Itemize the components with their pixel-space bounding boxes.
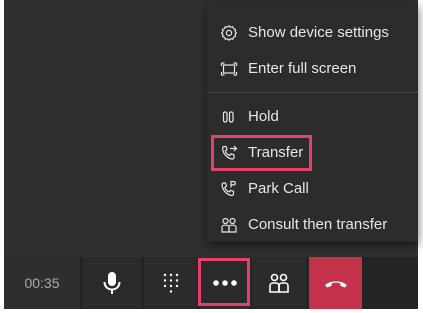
menu-item-label: Show device settings — [248, 24, 389, 41]
hangup-icon — [324, 281, 347, 288]
more-actions-menu: Show device settings Enter full screen H… — [207, 3, 418, 242]
mic-button[interactable] — [83, 257, 141, 309]
park-call-icon — [220, 180, 238, 198]
more-icon — [212, 280, 237, 286]
call-toolbar: 00:35 — [4, 257, 418, 309]
menu-divider — [207, 92, 418, 93]
menu-item-park-call[interactable]: Park Call — [207, 171, 418, 205]
menu-item-enter-full-screen[interactable]: Enter full screen — [207, 51, 418, 85]
menu-item-label: Hold — [248, 108, 279, 125]
menu-item-label: Transfer — [248, 144, 304, 161]
menu-item-label: Park Call — [248, 180, 309, 197]
pause-icon — [220, 108, 238, 126]
dialpad-button[interactable] — [144, 257, 197, 309]
gear-icon — [220, 24, 238, 42]
people-icon — [269, 273, 289, 293]
call-timer: 00:35 — [4, 257, 80, 309]
microphone-icon — [103, 272, 121, 294]
people-icon — [220, 216, 238, 234]
participants-button[interactable] — [252, 257, 306, 309]
call-window: Show device settings Enter full screen H… — [0, 0, 423, 313]
transfer-icon — [220, 144, 238, 162]
hang-up-button[interactable] — [309, 257, 362, 309]
menu-item-show-device-settings[interactable]: Show device settings — [207, 15, 418, 49]
more-actions-button[interactable] — [200, 257, 249, 309]
menu-item-label: Consult then transfer — [248, 216, 388, 233]
dialpad-icon — [163, 273, 178, 293]
fullscreen-icon — [220, 60, 238, 78]
menu-item-consult-then-transfer[interactable]: Consult then transfer — [207, 207, 418, 241]
menu-item-hold[interactable]: Hold — [207, 99, 418, 133]
menu-item-label: Enter full screen — [248, 60, 357, 77]
menu-item-transfer[interactable]: Transfer — [207, 135, 418, 169]
